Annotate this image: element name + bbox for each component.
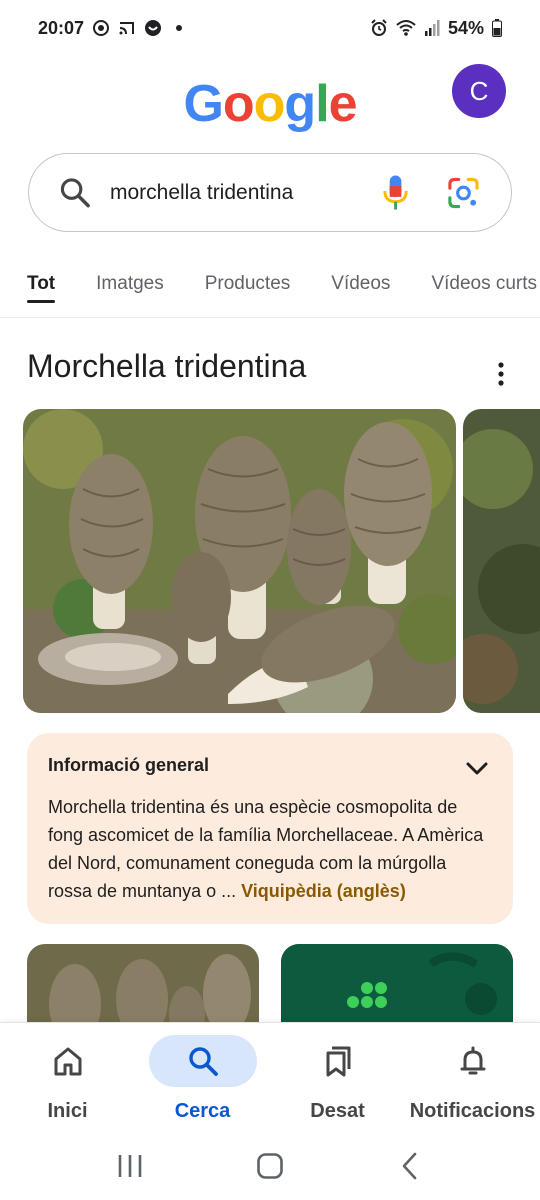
app-notification-icon	[145, 20, 162, 36]
avatar-letter: C	[469, 75, 489, 106]
nav-pill	[419, 1035, 527, 1087]
home-icon	[54, 1047, 81, 1076]
nav-label: Cerca	[174, 1100, 231, 1122]
morel-image-second[interactable]	[463, 409, 540, 713]
wifi-icon	[396, 20, 416, 36]
entity-title: Morchella tridentina	[27, 348, 307, 384]
tab-productes[interactable]: Productes	[205, 262, 291, 317]
battery-percent: 54%	[447, 17, 484, 38]
tab-videos[interactable]: Vídeos	[331, 262, 390, 317]
nav-label: Notificacions	[409, 1100, 536, 1122]
info-card-text: Morchella tridentina és una espècie cosm…	[48, 793, 492, 905]
logo-letter: l	[315, 75, 329, 133]
nav-pill	[284, 1035, 392, 1087]
battery-icon	[492, 19, 502, 37]
logo-letter: G	[183, 75, 223, 133]
tab-videos-curts[interactable]: Vídeos curts	[431, 262, 537, 317]
more-options-icon[interactable]	[494, 360, 508, 388]
nav-item-desat[interactable]: Desat	[270, 1023, 405, 1132]
search-input[interactable]	[109, 180, 381, 205]
bell-icon	[460, 1046, 485, 1075]
search-box[interactable]	[28, 153, 512, 232]
account-avatar[interactable]: C	[452, 64, 506, 118]
back-icon[interactable]	[396, 1152, 424, 1180]
home-button-icon[interactable]	[256, 1152, 284, 1180]
cast-notification-icon	[119, 22, 135, 35]
tab-imatges[interactable]: Imatges	[96, 262, 164, 317]
tab-tot[interactable]: Tot	[27, 262, 56, 317]
system-navigation-bar	[0, 1132, 540, 1200]
info-card-title: Informació general	[48, 755, 210, 775]
nav-item-cerca[interactable]: Cerca	[135, 1023, 270, 1132]
bottom-navigation: Inici Cerca Desat Notificacions	[0, 1022, 540, 1132]
forest-photo	[463, 409, 540, 713]
logo-letter: o	[253, 75, 286, 133]
status-left: 20:07	[38, 17, 183, 39]
logo-letter: g	[284, 75, 316, 133]
chrome-notification-icon	[93, 20, 110, 36]
green-logo-photo	[281, 944, 513, 1034]
search-icon	[188, 1047, 218, 1076]
nav-pill	[148, 1035, 257, 1087]
more-notifications-dot-icon	[176, 25, 183, 31]
nav-label: Desat	[310, 1100, 365, 1122]
morel-thumbnail-photo	[27, 944, 259, 1034]
result-thumbnail-logo[interactable]	[281, 944, 513, 1034]
nav-item-notificacions[interactable]: Notificacions	[405, 1023, 540, 1132]
logo-letter: e	[328, 75, 358, 133]
voice-search-mic-icon[interactable]	[381, 173, 410, 213]
recent-apps-icon[interactable]	[116, 1152, 144, 1180]
bookmarks-icon	[326, 1046, 350, 1077]
morel-photo	[23, 409, 456, 713]
nav-label: Inici	[47, 1100, 88, 1122]
nav-item-inici[interactable]: Inici	[0, 1023, 135, 1132]
google-lens-icon[interactable]	[446, 175, 481, 211]
general-info-card: Informació general Morchella tridentina …	[27, 733, 513, 924]
wikipedia-link[interactable]: Viquipèdia (anglès)	[241, 881, 406, 901]
search-tabs: Tot Imatges Productes Vídeos Vídeos curt…	[0, 262, 540, 318]
status-right: 54%	[370, 18, 502, 39]
nav-pill	[14, 1035, 122, 1087]
morel-image-main[interactable]	[23, 409, 456, 713]
chevron-down-icon[interactable]	[465, 757, 489, 779]
search-icon	[60, 177, 90, 207]
logo-letter: o	[222, 75, 255, 133]
signal-icon	[424, 20, 440, 36]
alarm-icon	[371, 19, 387, 36]
status-bar: 20:07 54%	[0, 0, 540, 56]
status-time: 20:07	[38, 17, 85, 38]
result-thumbnail-morels[interactable]	[27, 944, 259, 1034]
